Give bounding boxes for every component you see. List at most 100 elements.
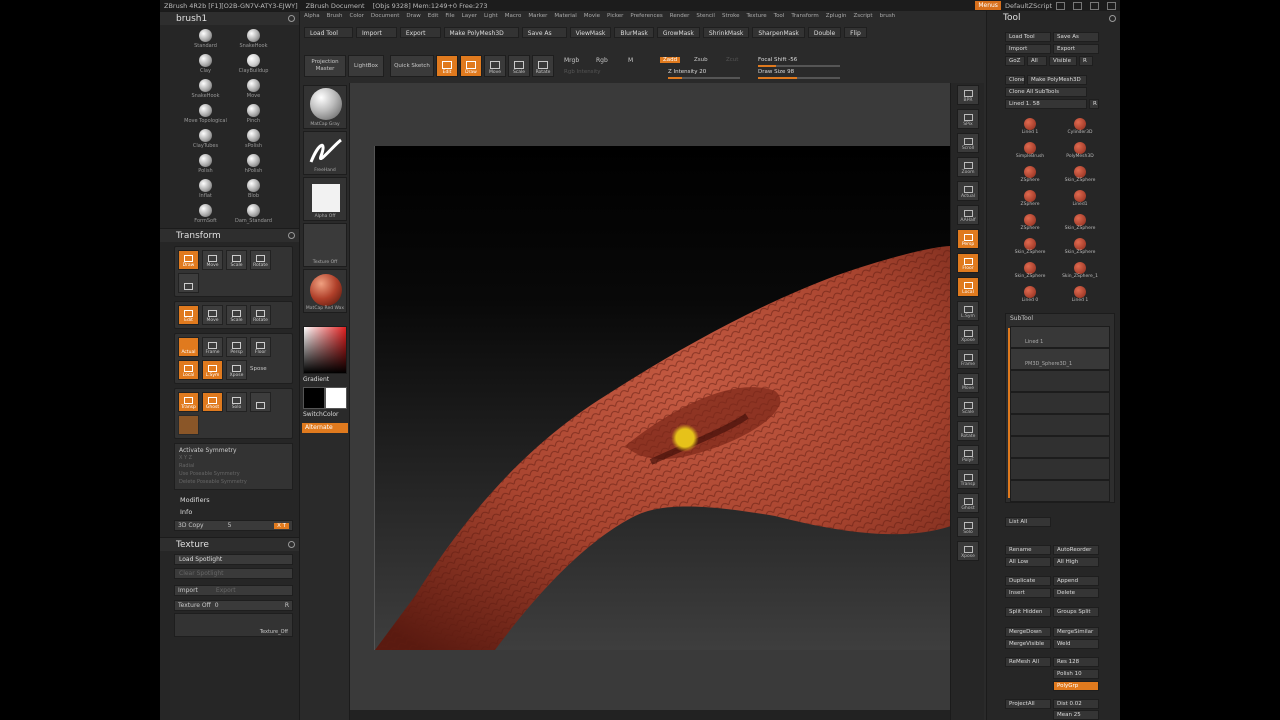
top-button-export[interactable]: Export [399, 27, 441, 38]
texture-import-button[interactable]: Import [178, 587, 198, 594]
export-button[interactable]: Export [1053, 44, 1099, 54]
move-button[interactable]: Move [202, 305, 223, 325]
shelf-rotate-button[interactable]: Rotate [957, 421, 979, 441]
spose-slider[interactable]: Spose [250, 360, 267, 380]
tool-thumbnail[interactable]: Skin_ZSphere [1057, 207, 1103, 231]
shelf-solo-button[interactable]: Solo [957, 517, 979, 537]
quick-sketch-button[interactable]: Quick Sketch [390, 55, 434, 77]
scale-button[interactable]: Scale [226, 250, 247, 270]
rgb-intensity-slider[interactable]: Rgb Intensity [564, 69, 601, 75]
make-polymesh-button[interactable]: Make PolyMesh3D [1027, 75, 1087, 85]
copy-row[interactable]: 3D Copy 5 X T [174, 520, 293, 531]
shelf-frame-button[interactable]: Frame [957, 349, 979, 369]
menu-picker[interactable]: Picker [607, 13, 623, 23]
remesh-all-button[interactable]: ReMesh All [1005, 657, 1051, 667]
projection-master-button[interactable]: Projection Master [304, 55, 346, 77]
menu-zplugin[interactable]: Zplugin [826, 13, 847, 23]
shelf-xpose-button[interactable]: Xpose [957, 541, 979, 561]
r-button[interactable]: R [1079, 56, 1093, 66]
polish-slider[interactable]: Polish 10 [1053, 669, 1099, 679]
zadd-button[interactable]: Zadd [660, 57, 681, 63]
menu-stroke[interactable]: Stroke [722, 13, 740, 23]
color-picker[interactable] [303, 326, 347, 374]
info-section[interactable]: Info [160, 504, 299, 516]
texture-panel-header[interactable]: Texture [160, 537, 299, 551]
color-swatch-button[interactable] [178, 415, 199, 435]
zsub-button[interactable]: Zsub [694, 57, 708, 63]
merge-visible-button[interactable]: MergeVisible [1005, 639, 1051, 649]
polygrp-button[interactable]: PolyGrp [1053, 681, 1099, 691]
modifiers-section[interactable]: Modifiers [160, 490, 299, 504]
draw-size-slider[interactable]: Draw Size 98 [758, 69, 840, 79]
use-poseable-symmetry[interactable]: Use Poseable Symmetry [179, 470, 288, 478]
draw-button[interactable]: Draw [178, 250, 199, 270]
tool-panel-header[interactable]: Tool [987, 11, 1120, 25]
stroke-button[interactable]: FreeHand [303, 131, 347, 175]
material-button[interactable]: MatCap Gray [303, 85, 347, 129]
document-viewport[interactable] [374, 146, 950, 650]
shelf-local-button[interactable]: Local [957, 277, 979, 297]
zcut-button[interactable]: Zcut [726, 57, 738, 63]
menu-transform[interactable]: Transform [791, 13, 818, 23]
res-slider[interactable]: Res 128 [1053, 657, 1099, 667]
brush-item[interactable]: Dam_Standard [230, 202, 278, 226]
load-spotlight-button[interactable]: Load Spotlight [174, 554, 293, 565]
shelf-aahalf-button[interactable]: AAHalf [957, 205, 979, 225]
menu-texture[interactable]: Texture [747, 13, 767, 23]
transp-button[interactable]: Transp [178, 392, 199, 412]
shelf-l-sym-button[interactable]: L.Sym [957, 301, 979, 321]
merge-down-button[interactable]: MergeDown [1005, 627, 1051, 637]
shelf-scale-button[interactable]: Scale [957, 397, 979, 417]
local-button[interactable]: Local [178, 360, 199, 380]
top-button-shrinkmask[interactable]: ShrinkMask [702, 27, 750, 38]
shelf-actual-button[interactable]: Actual [957, 181, 979, 201]
shelf-ghost-button[interactable]: Ghost [957, 493, 979, 513]
tool-thumbnail[interactable]: Lined 1 [1057, 279, 1103, 303]
rotate-button[interactable]: Rotate [250, 250, 271, 270]
texture-button[interactable]: Texture Off [303, 223, 347, 267]
menu-brush[interactable]: brush [880, 13, 896, 23]
gear-icon[interactable] [288, 15, 295, 22]
transform-panel-header[interactable]: Transform [160, 228, 299, 242]
subtool-item[interactable] [1010, 370, 1110, 392]
edit-button[interactable]: Edit [178, 305, 199, 325]
clone-all-subtools-button[interactable]: Clone All SubTools [1005, 87, 1087, 97]
dist-slider[interactable]: Dist 0.02 [1053, 699, 1099, 709]
brush-item[interactable]: ClayTubes [182, 127, 230, 151]
brush-item[interactable]: Pinch [230, 102, 278, 126]
shelf-spix-button[interactable]: SPix [957, 109, 979, 129]
edit-mode-button[interactable]: Edit [436, 55, 458, 77]
list-all-button[interactable]: List All [1005, 517, 1051, 527]
load-tool-button[interactable]: Load Tool [1005, 32, 1051, 42]
weld-button[interactable]: Weld [1053, 639, 1099, 649]
scale-mode-button[interactable]: Scale [508, 55, 530, 77]
import-button[interactable]: Import [1005, 44, 1051, 54]
brush-item[interactable]: Polish [182, 152, 230, 176]
shelf-polyf-button[interactable]: PolyF [957, 445, 979, 465]
shelf-floor-button[interactable]: Floor [957, 253, 979, 273]
gear-icon[interactable] [288, 232, 295, 239]
shelf-bpr-button[interactable]: BPR [957, 85, 979, 105]
brush-item[interactable]: SnakeHook [230, 27, 278, 51]
subtool-title[interactable]: SubTool [1010, 315, 1033, 322]
tool-thumbnail[interactable]: Lined1 [1057, 183, 1103, 207]
project-all-button[interactable]: ProjectAll [1005, 699, 1051, 709]
persp-button[interactable]: Persp [226, 337, 247, 357]
insert-button[interactable]: Insert [1005, 588, 1051, 598]
focal-shift-slider[interactable]: Focal Shift -56 [758, 57, 840, 67]
activate-symmetry-button[interactable]: Activate Symmetry [179, 447, 288, 454]
brush-item[interactable]: Blob [230, 177, 278, 201]
tool-thumbnail[interactable]: PolyMesh3D [1057, 135, 1103, 159]
top-button-double[interactable]: Double [807, 27, 842, 38]
rotate-mode-button[interactable]: Rotate [532, 55, 554, 77]
camera-button[interactable] [178, 273, 199, 293]
brush-item[interactable]: Clay [182, 52, 230, 76]
top-button-growmask[interactable]: GrowMask [656, 27, 700, 38]
top-button-save-as[interactable]: Save As [521, 27, 567, 38]
rgb-button[interactable]: Rgb [596, 57, 608, 64]
visible-button[interactable]: Visible [1049, 56, 1077, 66]
rotate-button[interactable]: Rotate [250, 305, 271, 325]
shelf-scroll-button[interactable]: Scroll [957, 133, 979, 153]
menu-zscript[interactable]: Zscript [853, 13, 872, 23]
delete-poseable-symmetry[interactable]: Delete Poseable Symmetry [179, 478, 288, 486]
